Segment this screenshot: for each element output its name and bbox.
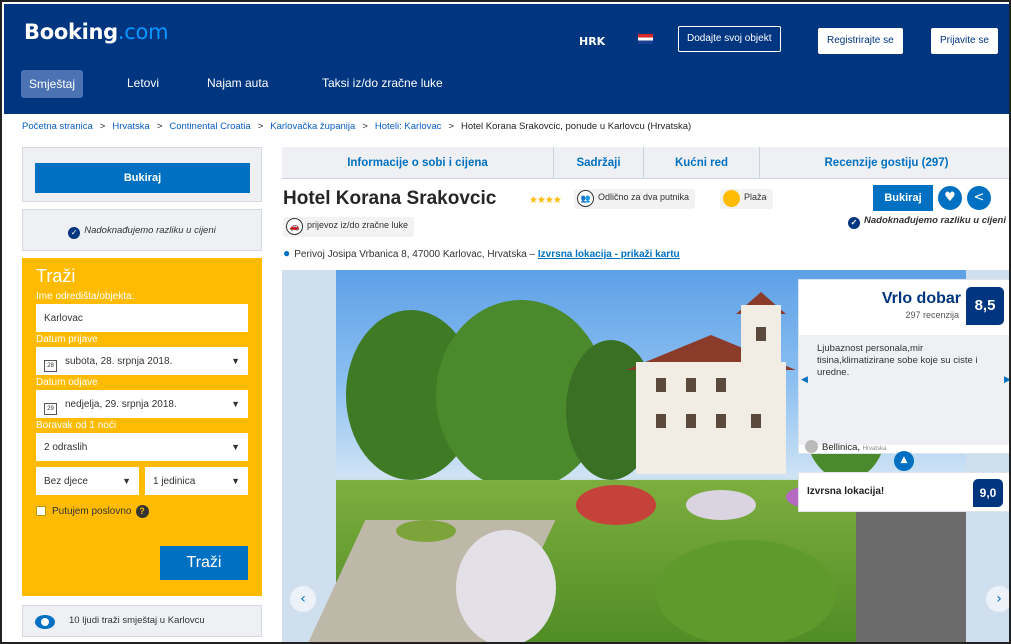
hotel-address: ● Perivoj Josipa Vrbanica 8, 47000 Karlov… <box>283 246 680 260</box>
chevron-left-icon[interactable]: ◀ <box>801 375 808 385</box>
check-shield-icon: ✓ <box>68 227 81 239</box>
nav-flights[interactable]: Letovi <box>127 76 159 90</box>
tab-facilities[interactable]: Sadržaji <box>554 147 644 178</box>
nav-airport-taxi[interactable]: Taksi iz/do zračne luke <box>322 76 443 90</box>
tab-house-rules[interactable]: Kućni red <box>644 147 760 178</box>
book-button[interactable]: Bukiraj <box>873 185 933 211</box>
review-score-label: Vrlo dobar <box>881 290 961 307</box>
tab-reviews[interactable]: Recenzije gostiju (297) <box>760 147 1009 178</box>
currency-selector[interactable]: HRK <box>579 35 605 48</box>
stay-length-label: Boravak od 1 noći <box>36 420 117 431</box>
hotel-title: Hotel Korana Srakovcic <box>283 188 497 209</box>
calendar-icon: 29 <box>44 403 57 415</box>
check-shield-icon: ✓ <box>848 217 860 229</box>
breadcrumb-city-hotels[interactable]: Hoteli: Karlovac <box>375 121 442 132</box>
register-button[interactable]: Registrirajte se <box>818 28 903 54</box>
sidebar-book-button[interactable]: Bukiraj <box>35 163 250 193</box>
review-score-badge: 8,5 <box>966 287 1004 325</box>
review-count[interactable]: 297 recenzija <box>799 310 959 320</box>
top-header: Booking.com HRK Dodajte svoj objekt Regi… <box>4 4 1009 114</box>
checkin-label: Datum prijave <box>36 334 98 345</box>
price-match-link[interactable]: ✓ Nadoknađujemo razliku u cijeni <box>848 215 1006 229</box>
checkout-label: Datum odjave <box>36 377 98 388</box>
chevron-right-icon[interactable]: ▶ <box>1004 375 1009 385</box>
location-score-badge: 9,0 <box>973 479 1003 507</box>
tag-airport-transfer[interactable]: 🚗 prijevoz iz/do zračne luke <box>283 217 415 237</box>
chevron-down-icon: ▼ <box>231 442 240 452</box>
add-property-button[interactable]: Dodajte svoj objekt <box>678 26 781 52</box>
breadcrumb-county[interactable]: Karlovačka županija <box>270 121 355 132</box>
search-panel: Traži Ime odredišta/objekta: Karlovac Da… <box>22 258 262 596</box>
chevron-down-icon: ▼ <box>231 399 240 409</box>
price-match-box[interactable]: ✓ Nadoknađujemo razliku u cijeni <box>22 209 262 251</box>
review-quote: Ljubaznost personala,mir tisina,klimatiz… <box>799 335 1009 445</box>
breadcrumb-home[interactable]: Početna stranica <box>22 121 93 132</box>
destination-input[interactable]: Karlovac <box>36 304 248 332</box>
property-tabs: Informacije o sobi i cijena Sadržaji Kuć… <box>282 147 1009 179</box>
nav-car-rental[interactable]: Najam auta <box>207 76 268 90</box>
sidebar-book-box: Bukiraj <box>22 147 262 202</box>
review-card[interactable]: Vrlo dobar 297 recenzija 8,5 Ljubaznost … <box>798 279 1009 454</box>
search-button[interactable]: Traži <box>160 546 248 580</box>
breadcrumb: Početna stranica > Hrvatska > Continental Cr… <box>22 121 692 132</box>
sun-icon <box>723 190 740 207</box>
checkin-date-select[interactable]: 28 subota, 28. srpnja 2018. ▼ <box>36 347 248 375</box>
heart-icon[interactable]: ♥ <box>938 186 962 210</box>
people-searching-notice: 10 ljudi traži smještaj u Karlovcu <box>22 605 262 637</box>
star-rating: ★★★★ <box>529 195 562 206</box>
nav-stays[interactable]: Smještaj <box>21 70 84 98</box>
children-select[interactable]: Bez djece ▼ <box>36 467 139 495</box>
review-author: Bellinica, Hrvatska <box>805 440 886 453</box>
tab-rooms-prices[interactable]: Informacije o sobi i cijena <box>282 147 554 178</box>
tag-couples[interactable]: 👥 Odlično za dva putnika <box>574 189 696 209</box>
chevron-up-icon[interactable]: ▲ <box>894 451 914 471</box>
chevron-down-icon: ▼ <box>122 476 131 486</box>
business-checkbox[interactable] <box>36 506 46 516</box>
gallery-next-button[interactable]: › <box>986 586 1009 612</box>
show-map-link[interactable]: Izvrsna lokacija - prikaži kartu <box>538 249 680 260</box>
calendar-icon: 28 <box>44 360 57 372</box>
help-icon[interactable]: ? <box>135 505 149 518</box>
booking-logo[interactable]: Booking.com <box>24 20 169 44</box>
browser-frame: Booking.com HRK Dodajte svoj objekt Regi… <box>0 0 1011 644</box>
share-icon[interactable]: < <box>967 186 991 210</box>
eye-icon <box>35 615 55 629</box>
breadcrumb-current: Hotel Korana Srakovcic, ponude u Karlovc… <box>460 121 692 132</box>
map-pin-icon: ● <box>283 246 291 260</box>
signin-button[interactable]: Prijavite se <box>931 28 998 54</box>
breadcrumb-country[interactable]: Hrvatska <box>112 121 149 132</box>
location-score-card: Izvrsna lokacija! 9,0 <box>798 472 1009 512</box>
destination-label: Ime odredišta/objekta: <box>36 291 135 302</box>
business-travel-option[interactable]: Putujem poslovno? <box>36 505 248 518</box>
chevron-down-icon: ▼ <box>231 476 240 486</box>
car-icon: 🚗 <box>286 218 303 235</box>
couple-icon: 👥 <box>577 190 594 207</box>
units-select[interactable]: 1 jedinica ▼ <box>145 467 248 495</box>
gallery-prev-button[interactable]: ‹ <box>290 586 316 612</box>
checkout-date-select[interactable]: 29 nedjelja, 29. srpnja 2018. ▼ <box>36 390 248 418</box>
avatar <box>805 440 818 453</box>
tag-beach[interactable]: Plaža <box>720 189 773 209</box>
croatia-flag-icon[interactable] <box>638 34 653 44</box>
chevron-down-icon: ▼ <box>231 356 240 366</box>
breadcrumb-region[interactable]: Continental Croatia <box>169 121 250 132</box>
search-title: Traži <box>36 266 76 286</box>
adults-select[interactable]: 2 odraslih ▼ <box>36 433 248 461</box>
